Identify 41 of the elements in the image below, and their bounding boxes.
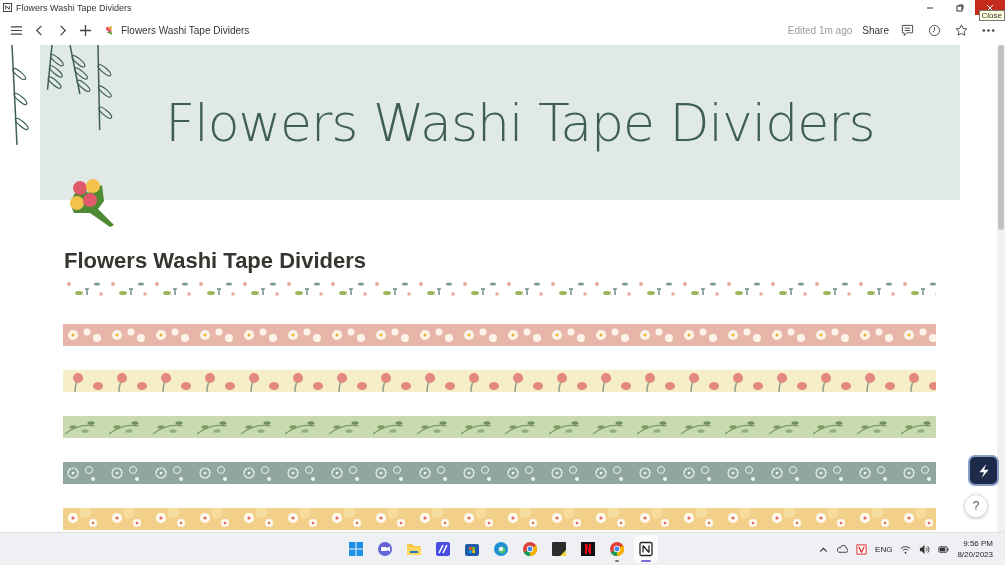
add-icon <box>79 23 92 37</box>
favorite-icon <box>955 23 968 37</box>
window-title: Flowers Washi Tape Dividers <box>16 2 132 13</box>
comment-icon <box>901 23 914 37</box>
battery-icon[interactable] <box>938 543 950 555</box>
edited-status: Edited 1m ago <box>787 24 853 36</box>
editor-icon <box>435 541 451 557</box>
windows-icon <box>348 541 364 557</box>
chat-icon <box>377 541 393 557</box>
breadcrumb-link[interactable]: Flowers Washi Tape Dividers <box>100 24 254 36</box>
scrollbar[interactable] <box>997 45 1005 532</box>
history-icon <box>928 23 941 37</box>
clock-time: 9:56 PM <box>963 539 993 548</box>
notebook-icon <box>638 541 654 557</box>
edge-icon <box>493 541 509 557</box>
wifi-icon[interactable] <box>900 543 912 555</box>
store-icon <box>464 541 480 557</box>
clock-date: 8/20/2023 <box>957 550 993 559</box>
bouquet-icon <box>104 24 115 36</box>
speaker-icon[interactable] <box>919 543 931 555</box>
scrollbar-thumb[interactable] <box>998 45 1004 230</box>
help-button[interactable]: ? <box>964 494 988 518</box>
taskbar-app[interactable] <box>634 535 658 563</box>
page-heading: Flowers Washi Tape Dividers <box>64 248 367 274</box>
folder-icon <box>406 541 422 557</box>
chrome-icon <box>609 541 625 557</box>
menu-icon <box>10 23 23 37</box>
language-indicator[interactable]: ENG <box>875 544 893 554</box>
restore-icon <box>955 2 965 13</box>
app-icon <box>3 3 12 12</box>
cloud-icon[interactable] <box>837 543 849 555</box>
tooltip: Close <box>978 10 1005 21</box>
share-button[interactable]: Share <box>862 24 889 36</box>
cover-title: Flowers Washi Tape Dividers <box>164 92 875 153</box>
note-icon <box>551 541 567 557</box>
assistant-button[interactable] <box>968 455 999 486</box>
clock[interactable]: 9:56 PM 8/20/2023 <box>957 539 993 559</box>
check-mark-icon[interactable] <box>856 543 868 555</box>
netflix-icon <box>580 541 596 557</box>
favorite-button[interactable] <box>953 21 970 39</box>
chrome-icon <box>522 541 538 557</box>
